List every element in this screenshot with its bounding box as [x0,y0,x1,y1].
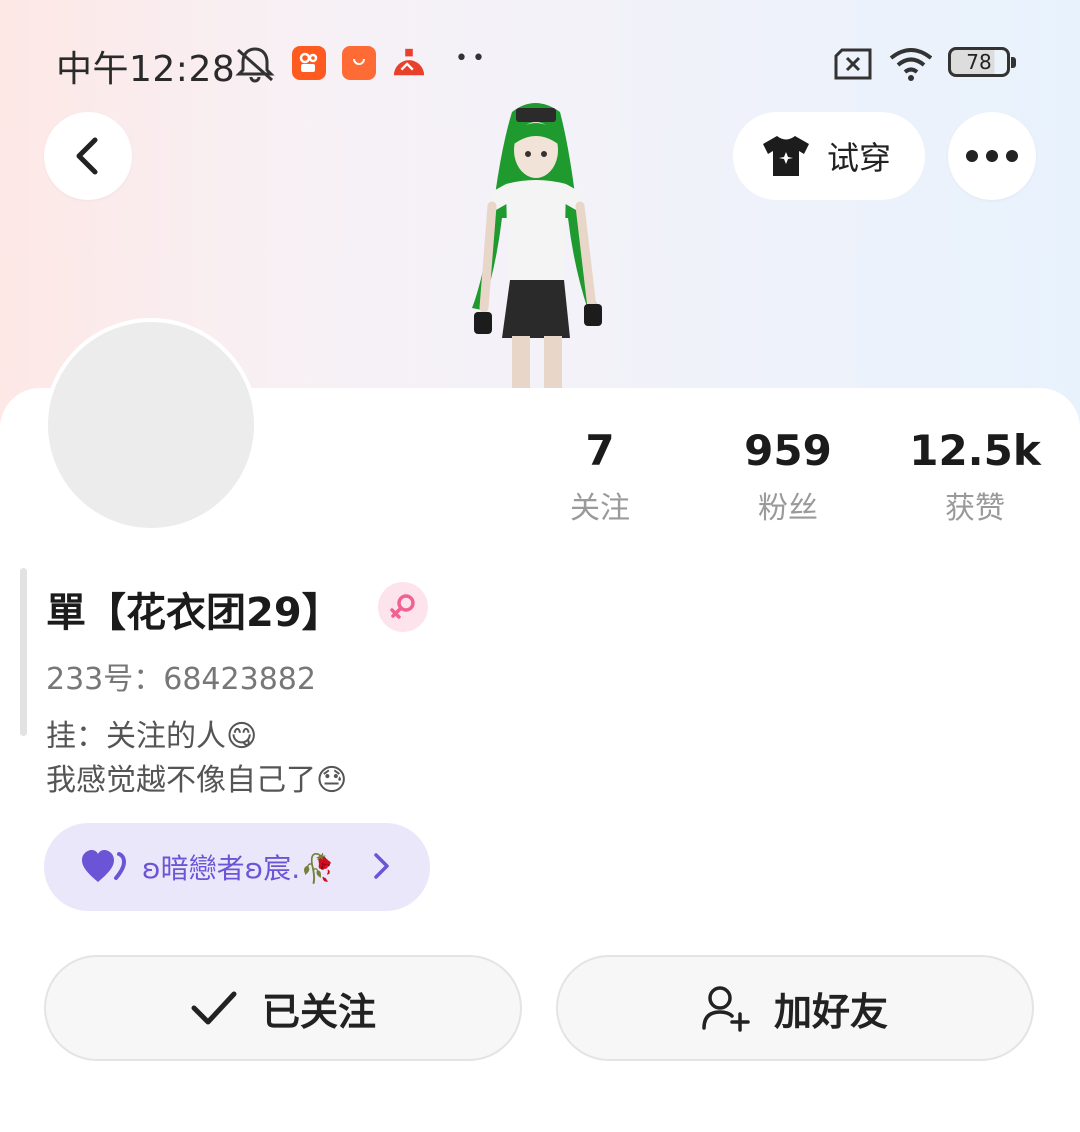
sim-off-icon [834,48,872,80]
add-friend-button[interactable]: 加好友 [556,955,1034,1061]
battery-icon: 78 [948,47,1016,77]
try-on-label: 试穿 [827,139,892,177]
stat-following-label: 关注 [570,491,630,526]
stat-following[interactable]: 7 关注 [520,425,680,527]
followed-label: 已关注 [261,989,376,1034]
bio: 挂：关注的人😋 我感觉越不像自己了😓 [46,715,347,803]
status-bar: 中午12:28 •• 78 [0,38,1080,90]
double-heart-icon [82,850,126,882]
more-button[interactable] [948,112,1036,200]
bio-line-1: 挂：关注的人😋 [46,719,258,754]
checkmark-icon [191,991,237,1025]
followed-button[interactable]: 已关注 [44,955,522,1061]
try-on-button[interactable]: 试穿 [733,112,925,200]
kuaishou-app-icon [292,46,326,80]
mi-store-app-icon [342,46,376,80]
cp-relationship-badge[interactable]: ʚ暗戀者ʚ宸.🥀 [44,823,430,911]
chevron-left-icon [76,137,98,175]
fanqie-app-icon [392,46,426,80]
tshirt-icon [763,136,809,176]
stat-likes-value: 12.5k [909,426,1041,475]
battery-level: 78 [966,50,992,74]
stat-fans-value: 959 [744,426,832,475]
back-button[interactable] [44,112,132,200]
cp-name: ʚ暗戀者ʚ宸.🥀 [142,852,335,885]
avatar[interactable] [44,318,258,532]
stat-fans-label: 粉丝 [758,491,818,526]
avatar-3d-character [472,103,602,390]
stat-likes[interactable]: 12.5k 获赞 [895,425,1055,527]
gender-badge [378,582,428,632]
add-friend-label: 加好友 [773,989,888,1034]
scroll-indicator [20,568,27,736]
stat-likes-label: 获赞 [945,491,1005,526]
female-icon [390,594,415,619]
user-id: 233号：68423882 [46,662,316,697]
chevron-right-icon [374,853,389,879]
stat-following-value: 7 [585,426,615,475]
mute-bell-icon [235,47,275,83]
add-user-icon [702,986,750,1032]
wifi-icon [889,48,933,81]
stat-fans[interactable]: 959 粉丝 [708,425,868,527]
profile-name: 單【花衣团29】 [46,590,342,636]
more-notifications-icon: •• [455,46,489,71]
bio-line-2: 我感觉越不像自己了😓 [46,763,348,798]
more-dots-icon [966,150,1018,162]
status-time: 中午12:28 [56,49,236,90]
